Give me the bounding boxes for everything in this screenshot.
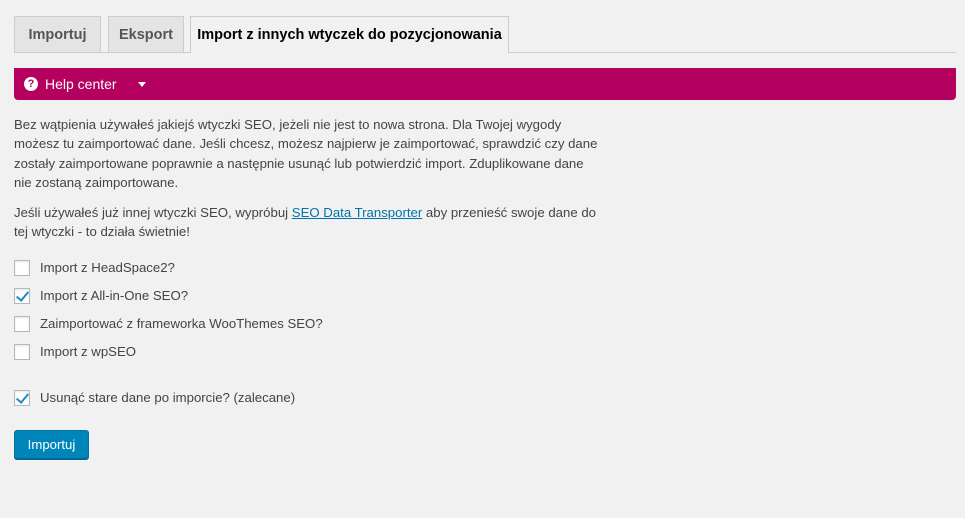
transporter-text: Jeśli używałeś już innej wtyczki SEO, wy…	[14, 205, 292, 220]
intro-line: zostały zaimportowane poprawnie a następ…	[14, 155, 584, 171]
headspace2-checkbox[interactable]	[14, 260, 30, 276]
tab-import-other-plugins[interactable]: Import z innych wtyczek do pozycjonowani…	[190, 16, 509, 53]
intro-paragraph: Bez wątpienia używałeś jakiejś wtyczki S…	[14, 115, 624, 192]
question-icon: ?	[24, 77, 38, 91]
wpseo-checkbox[interactable]	[14, 344, 30, 360]
tab-export[interactable]: Eksport	[108, 16, 184, 52]
import-submit-button[interactable]: Importuj	[14, 430, 89, 459]
intro-line: nie zostaną zaimportowane.	[14, 174, 179, 190]
transporter-paragraph: Jeśli używałeś już innej wtyczki SEO, wy…	[14, 203, 624, 242]
wpseo-label[interactable]: Import z wpSEO	[40, 343, 136, 361]
caret-down-icon	[138, 82, 146, 87]
transporter-text: aby przenieść swoje dane do	[422, 205, 596, 220]
delete-old-data-label[interactable]: Usunąć stare dane po imporcie? (zalecane…	[40, 389, 295, 407]
checkmark-icon	[15, 288, 30, 302]
tab-import[interactable]: Importuj	[14, 16, 101, 52]
intro-line: Bez wątpienia używałeś jakiejś wtyczki S…	[14, 117, 562, 132]
help-center-toggle[interactable]: ? Help center	[14, 68, 956, 100]
intro-line: możesz tu zaimportować dane. Jeśli chces…	[14, 136, 598, 152]
delete-old-data-checkbox[interactable]	[14, 390, 30, 406]
seo-data-transporter-link[interactable]: SEO Data Transporter	[292, 205, 422, 220]
help-center-label: Help center	[45, 76, 117, 92]
all-in-one-seo-label[interactable]: Import z All-in-One SEO?	[40, 287, 188, 305]
all-in-one-seo-checkbox[interactable]	[14, 288, 30, 304]
transporter-text: tej wtyczki - to działa świetnie!	[14, 224, 190, 240]
checkmark-icon	[15, 390, 30, 404]
tab-bar: Importuj Eksport Import z innych wtyczek…	[14, 16, 956, 53]
woothemes-seo-label[interactable]: Zaimportować z frameworka WooThemes SEO?	[40, 315, 323, 333]
woothemes-seo-checkbox[interactable]	[14, 316, 30, 332]
headspace2-label[interactable]: Import z HeadSpace2?	[40, 259, 175, 277]
